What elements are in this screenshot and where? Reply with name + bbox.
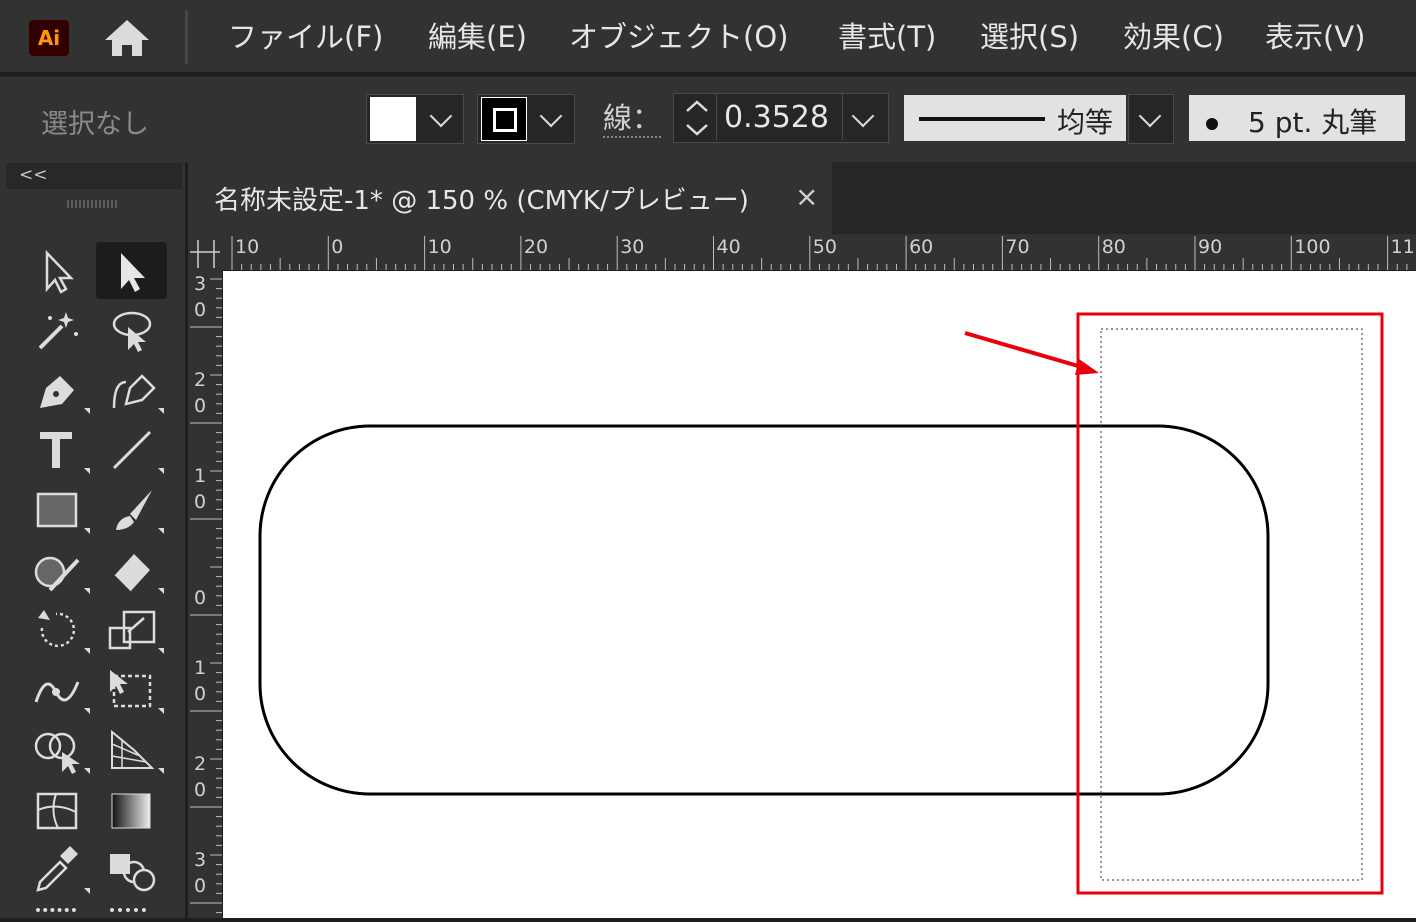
free-transform-tool-icon[interactable] — [100, 662, 164, 718]
menu-object[interactable]: オブジェクト(O) — [569, 14, 788, 56]
stroke-label[interactable]: 線： — [603, 100, 662, 138]
shape-builder-tool-icon[interactable] — [26, 722, 90, 778]
line-segment-tool-icon[interactable] — [100, 422, 164, 478]
ruler-left-label: 20 — [193, 369, 207, 417]
ruler-top-label: 50 — [812, 236, 837, 258]
ruler-left-label: 10 — [193, 465, 207, 513]
menu-select[interactable]: 選択(S) — [980, 14, 1079, 56]
menu-divider — [185, 10, 188, 64]
toolbar-overflow-icon-2[interactable] — [110, 908, 146, 922]
close-tab-icon[interactable]: × — [795, 180, 818, 213]
curvature-tool-icon[interactable] — [100, 362, 164, 418]
ruler-top-label: 40 — [716, 236, 741, 258]
paintbrush-tool-icon[interactable] — [100, 482, 164, 538]
horizontal-ruler[interactable] — [188, 234, 1416, 271]
brush-definition-label: 5 pt. 丸筆 — [1206, 101, 1377, 141]
direct-selection-tool-icon[interactable] — [100, 243, 164, 299]
rotate-tool-icon[interactable] — [26, 602, 90, 658]
magic-wand-tool-icon[interactable] — [26, 302, 90, 358]
ruler-left-label: 30 — [193, 273, 207, 321]
ruler-top-label: 90 — [1198, 236, 1223, 258]
stroke-weight-input[interactable]: 0.3528 — [724, 100, 829, 135]
stroke-swatch[interactable] — [481, 97, 527, 141]
ruler-top-label: 11 — [1390, 236, 1415, 258]
ruler-top-label: 20 — [523, 236, 549, 258]
ruler-top-label: 10 — [235, 236, 260, 258]
blend-tool-icon[interactable] — [100, 842, 164, 898]
ruler-top-label: 100 — [1294, 236, 1331, 258]
rectangle-tool-icon[interactable] — [26, 482, 90, 538]
ruler-top-label: 10 — [427, 236, 452, 258]
document-tab-title[interactable]: 名称未設定-1* @ 150 % (CMYK/プレビュー) — [214, 180, 749, 217]
eyedropper-tool-icon[interactable] — [26, 842, 90, 898]
annotation-highlight-box — [1076, 312, 1384, 895]
ruler-origin[interactable] — [188, 234, 222, 270]
eraser-tool-icon[interactable] — [100, 542, 164, 598]
selection-status: 選択なし — [41, 109, 149, 140]
ruler-left-label: 10 — [193, 657, 207, 705]
stroke-weight-stepper-icon[interactable] — [682, 97, 712, 139]
stroke-profile-line-icon — [919, 117, 1045, 121]
illustrator-logo-icon: Ai — [29, 20, 69, 56]
round-brush-dot-icon — [1206, 118, 1218, 130]
pen-tool-icon[interactable] — [26, 362, 90, 418]
width-tool-icon[interactable] — [26, 662, 90, 718]
toolbar-overflow-icon[interactable] — [36, 908, 76, 922]
collapse-panel-button[interactable]: << — [19, 165, 48, 185]
lasso-tool-icon[interactable] — [100, 302, 164, 358]
ruler-top-label: 60 — [909, 236, 934, 258]
artboard-canvas[interactable] — [223, 271, 1416, 918]
ruler-top-label: 0 — [331, 236, 344, 258]
shaper-tool-icon[interactable] — [26, 542, 90, 598]
empty-bounding-box[interactable] — [1100, 328, 1363, 881]
home-icon[interactable] — [101, 16, 153, 60]
selection-tool-icon[interactable] — [26, 243, 90, 299]
menu-view[interactable]: 表示(V) — [1265, 14, 1365, 56]
menu-edit[interactable]: 編集(E) — [428, 14, 527, 56]
stroke-profile-label: 均等 — [1057, 106, 1114, 139]
ruler-left-label: 30 — [193, 849, 207, 897]
annotation-arrow-line — [964, 331, 1086, 370]
perspective-grid-tool-icon[interactable] — [100, 722, 164, 778]
menu-type[interactable]: 書式(T) — [838, 14, 936, 56]
ruler-top-label: 30 — [620, 236, 645, 258]
ruler-top-label: 80 — [1101, 236, 1126, 258]
fill-swatch[interactable] — [370, 97, 416, 141]
mesh-tool-icon[interactable] — [26, 782, 90, 838]
panel-grip-icon[interactable] — [66, 199, 118, 209]
ruler-left-label: 20 — [193, 753, 207, 801]
ruler-top-label: 70 — [1005, 236, 1030, 258]
menu-effect[interactable]: 効果(C) — [1123, 14, 1224, 56]
menu-file[interactable]: ファイル(F) — [228, 14, 383, 56]
type-tool-icon[interactable] — [26, 422, 90, 478]
rounded-rectangle-shape[interactable] — [258, 424, 1270, 796]
gradient-tool-icon[interactable] — [100, 782, 164, 838]
scale-tool-icon[interactable] — [100, 602, 164, 658]
annotation-arrow-head-icon — [1075, 359, 1099, 375]
ruler-left-label: 0 — [193, 587, 207, 609]
